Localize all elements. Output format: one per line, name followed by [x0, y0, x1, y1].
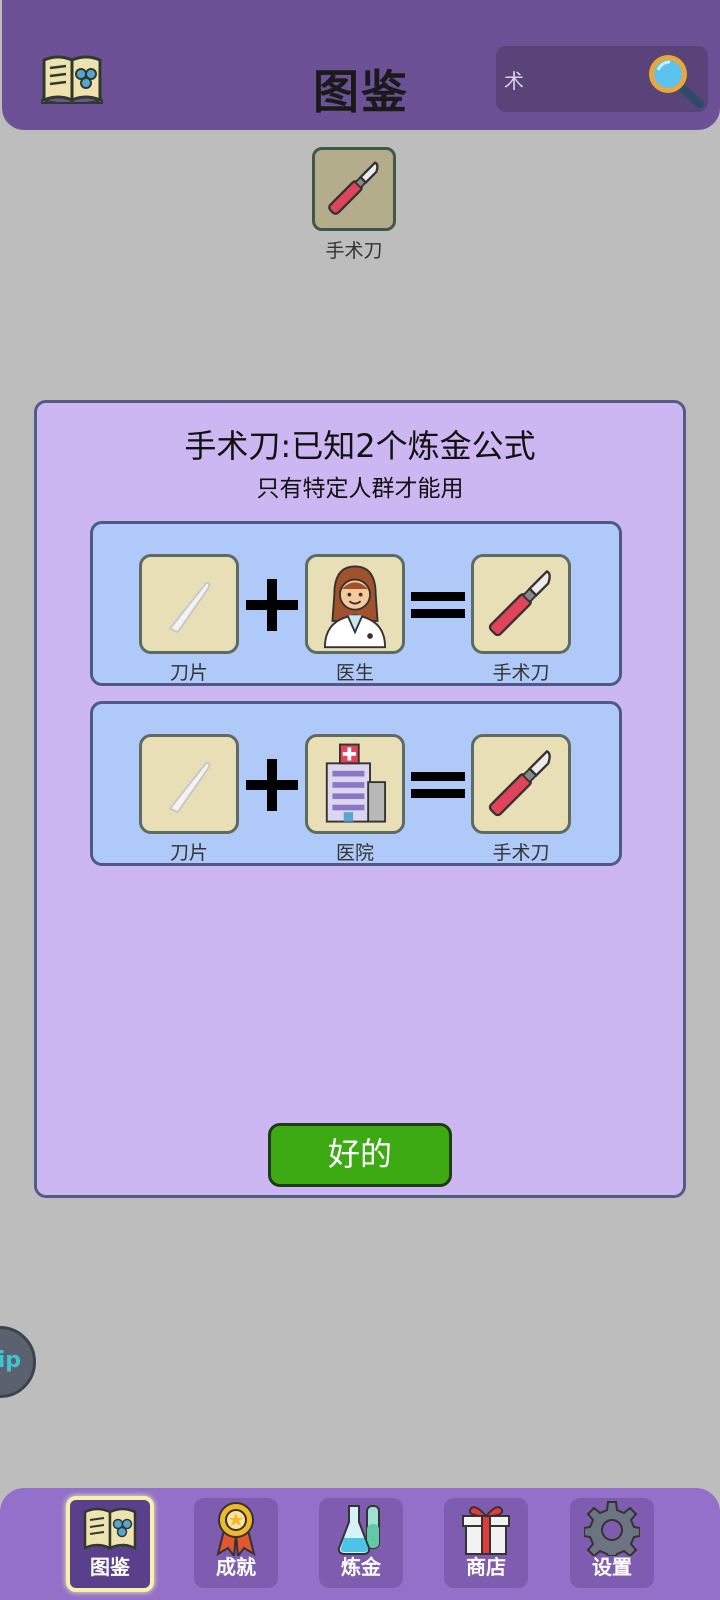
plus-icon [241, 756, 303, 814]
ingredient-slot[interactable] [305, 734, 405, 834]
ingredient-label: 医院 [335, 842, 374, 864]
bottom-nav: 图鉴 成就 炼金 商店 设置 [0, 1488, 720, 1600]
scalpel-icon [488, 750, 551, 817]
recipe-dialog: 手术刀:已知2个炼金公式 只有特定人群才能用 刀片 医生 手术刀 刀片 医院 手… [34, 400, 686, 1198]
hospital-icon [325, 743, 387, 823]
scalpel-icon [328, 161, 379, 215]
dialog-subtitle: 只有特定人群才能用 [256, 476, 464, 502]
nav-tab-alchemy[interactable]: 炼金 [319, 1498, 403, 1588]
search-box [496, 46, 708, 112]
search-icon[interactable] [644, 52, 706, 110]
nav-label: 设置 [592, 1555, 632, 1579]
nav-tab-achievements[interactable]: 成就 [194, 1498, 278, 1588]
scalpel-icon [488, 570, 551, 637]
recipe-card: 刀片 医院 手术刀 [90, 701, 622, 866]
book-icon [83, 1507, 137, 1551]
nav-label: 商店 [466, 1555, 506, 1579]
nav-tab-codex[interactable]: 图鉴 [66, 1496, 154, 1592]
dialog-title: 手术刀:已知2个炼金公式 [184, 427, 536, 465]
result-label: 手术刀 [492, 662, 550, 684]
blade-icon [168, 582, 211, 634]
result-label: 手术刀 [325, 240, 383, 262]
nav-label: 图鉴 [90, 1555, 130, 1579]
search-input[interactable] [504, 46, 644, 112]
result-label: 手术刀 [492, 842, 550, 864]
plus-icon [241, 576, 303, 634]
gear-icon [584, 1501, 640, 1556]
ok-button[interactable]: 好的 [268, 1123, 452, 1187]
nav-tab-shop[interactable]: 商店 [444, 1498, 528, 1588]
doctor-icon [323, 565, 387, 649]
ingredient-label: 医生 [335, 662, 374, 684]
nav-label: 炼金 [341, 1555, 381, 1579]
equals-icon [407, 756, 469, 814]
recipe-card: 刀片 医生 手术刀 [90, 521, 622, 686]
ingredient-slot[interactable] [305, 554, 405, 654]
blade-icon [168, 762, 211, 814]
gift-icon [462, 1506, 510, 1555]
floating-side-tab[interactable]: ip [0, 1326, 36, 1398]
medal-icon [216, 1502, 256, 1556]
equals-icon [407, 576, 469, 634]
header: 图鉴 [2, 0, 720, 130]
nav-label: 成就 [216, 1555, 256, 1579]
result-slot[interactable] [471, 554, 571, 654]
ingredient-slot[interactable] [139, 734, 239, 834]
ingredient-slot[interactable] [139, 554, 239, 654]
ingredient-label: 刀片 [169, 662, 208, 684]
nav-tab-settings[interactable]: 设置 [570, 1498, 654, 1588]
result-tile-scalpel[interactable] [312, 147, 396, 231]
ingredient-label: 刀片 [169, 842, 208, 864]
flask-icon [337, 1505, 380, 1555]
result-slot[interactable] [471, 734, 571, 834]
